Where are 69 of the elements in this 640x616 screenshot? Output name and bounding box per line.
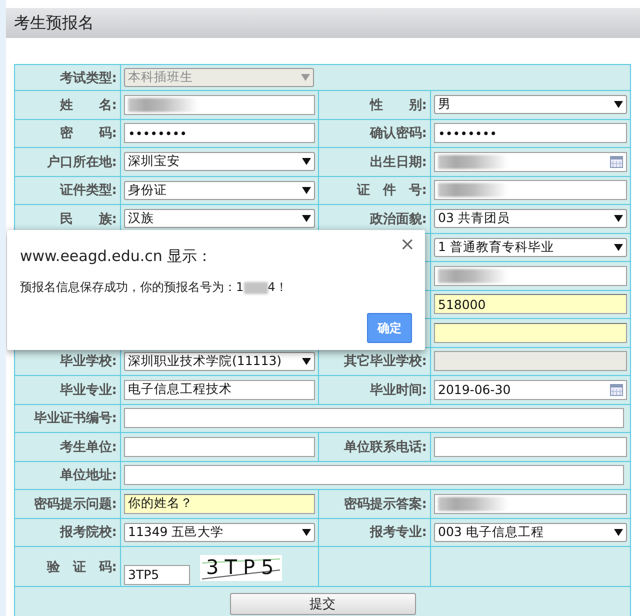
- field-label: 性 别:: [370, 98, 427, 113]
- input-field[interactable]: [434, 180, 628, 200]
- dropdown[interactable]: 11349 五邑大学: [124, 522, 315, 542]
- calendar-icon: [610, 384, 624, 396]
- dropdown[interactable]: 男: [434, 95, 628, 114]
- field-label: 确认密码:: [370, 126, 427, 142]
- input-field[interactable]: [434, 266, 628, 286]
- close-button[interactable]: ×: [398, 234, 417, 255]
- field-label: 政治面貌:: [370, 212, 427, 227]
- input-field[interactable]: [124, 408, 624, 428]
- field-label: 考试类型:: [60, 70, 117, 86]
- field-label: 民 族:: [60, 212, 117, 227]
- field-label: 密码提示答案:: [344, 496, 427, 512]
- field-label: 毕业时间:: [370, 382, 427, 398]
- field-label: 验 证 码:: [46, 560, 117, 574]
- caret-icon: [302, 215, 311, 222]
- input-field[interactable]: [124, 465, 624, 486]
- caret-icon: [614, 244, 624, 251]
- caret-icon: [302, 158, 311, 166]
- input-field[interactable]: [434, 322, 628, 343]
- input-field[interactable]: 518000: [434, 294, 628, 314]
- date-field[interactable]: 2019-06-30: [434, 380, 628, 400]
- field-label: 单位地址:: [60, 468, 117, 484]
- input-field[interactable]: [124, 94, 315, 115]
- caret-icon: [614, 215, 624, 222]
- input-field[interactable]: [434, 494, 628, 514]
- dialog-message: 预报名信息保存成功，你的预报名号为：1: [20, 279, 244, 296]
- submit-button[interactable]: 提交: [230, 593, 416, 615]
- page-title: 考生预报名: [14, 12, 94, 34]
- field-label: 证件类型:: [60, 183, 117, 198]
- caret-icon: [302, 358, 311, 365]
- dropdown[interactable]: 1 普通教育专科毕业: [434, 238, 628, 257]
- dropdown[interactable]: 003 电子信息工程: [434, 522, 628, 542]
- dropdown[interactable]: 深圳宝安: [124, 152, 315, 172]
- date-field[interactable]: [434, 152, 628, 172]
- caret-icon: [302, 186, 311, 194]
- field-label: 考生单位:: [60, 440, 117, 455]
- input-field[interactable]: [434, 436, 628, 457]
- field-label: 户口所在地:: [46, 154, 117, 170]
- dropdown[interactable]: 03 共青团员: [434, 209, 628, 228]
- input-field[interactable]: 电子信息工程技术: [124, 380, 315, 400]
- input-field[interactable]: 你的姓名？: [124, 494, 315, 514]
- dropdown[interactable]: 汉族: [124, 209, 315, 228]
- field-label: 密 码:: [60, 126, 117, 142]
- field-label: 报考院校:: [60, 525, 117, 540]
- field-label: 报考专业:: [370, 525, 427, 540]
- field-label: 密码提示问题:: [34, 496, 117, 512]
- field-label: 出生日期:: [370, 154, 427, 170]
- caret-icon: [614, 528, 624, 536]
- captcha-field[interactable]: 3TP5: [124, 564, 190, 584]
- input-field[interactable]: ••••••••: [124, 123, 315, 144]
- field-label: 毕业专业:: [60, 382, 117, 398]
- dropdown[interactable]: 身份证: [124, 180, 315, 200]
- caret-icon: [302, 528, 311, 536]
- calendar-icon: [610, 156, 624, 168]
- dialog-title: www.eeagd.edu.cn 显示：: [20, 247, 212, 266]
- field-label: 证 件 号:: [356, 183, 427, 198]
- field-label: 其它毕业学校:: [344, 354, 427, 370]
- field-label: 毕业证书编号:: [34, 411, 117, 426]
- dialog-message: 4！: [268, 279, 288, 296]
- input-field[interactable]: [124, 436, 315, 457]
- field-label: 单位联系电话:: [344, 440, 427, 455]
- caret-icon: [614, 101, 624, 108]
- captcha-image: 3TP5: [200, 554, 282, 580]
- field-label: 姓 名:: [60, 98, 117, 113]
- caret-icon: [301, 74, 310, 81]
- input-field[interactable]: ••••••••: [434, 123, 628, 144]
- field-label: 毕业学校:: [60, 354, 117, 370]
- dropdown[interactable]: 深圳职业技术学院(11113): [124, 352, 315, 371]
